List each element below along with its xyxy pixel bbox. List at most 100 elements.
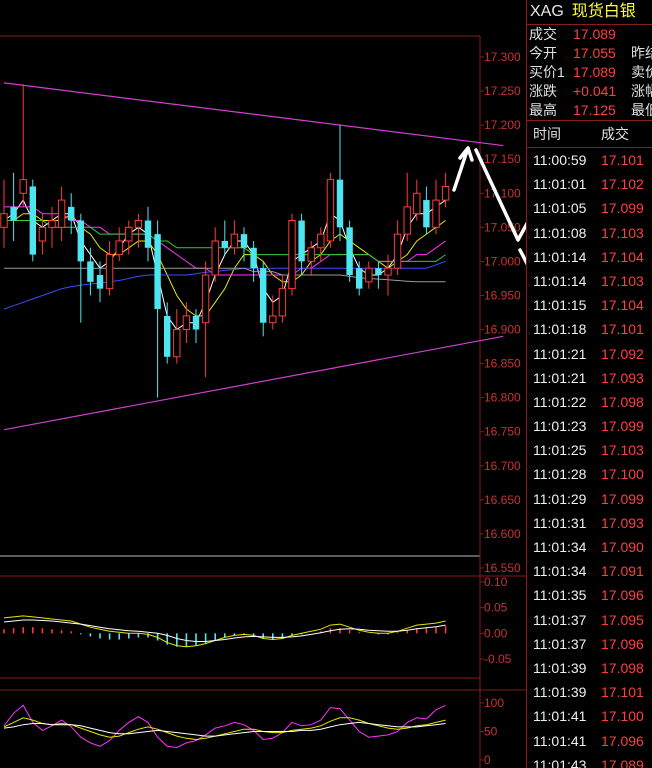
candle-body-up [38, 226, 47, 242]
trade-row[interactable]: 11:01:34 17.090 [527, 535, 652, 559]
candle-body-down [375, 268, 382, 276]
trades-col-price: 成交 [601, 126, 629, 142]
trade-row[interactable]: 11:01:41 17.096 [527, 729, 652, 753]
quote-row: 买价1 17.089 卖价 [527, 63, 652, 82]
0-tick-label: 16.700 [484, 459, 521, 473]
trade-row[interactable]: 11:01:35 17.096 [527, 583, 652, 607]
trade-time: 11:01:34 [533, 563, 587, 580]
trade-time: 11:01:34 [533, 539, 587, 555]
trade-time: 11:01:21 [533, 345, 587, 362]
candle-body-down [240, 234, 248, 248]
candle-body-down [221, 240, 228, 248]
trade-row[interactable]: 11:01:41 17.100 [527, 704, 652, 728]
trade-row[interactable]: 11:01:15 17.104 [527, 293, 652, 317]
trade-price: 17.091 [601, 563, 644, 580]
trade-time: 11:01:05 [533, 200, 587, 217]
trade-row[interactable]: 11:01:21 17.092 [527, 342, 652, 366]
candle-body-up [182, 315, 191, 331]
0-tick-label: 17.000 [484, 254, 521, 268]
0-tick-label: 17.250 [484, 84, 521, 98]
candle-body-down [298, 220, 305, 262]
trade-row[interactable]: 11:01:34 17.091 [527, 559, 652, 583]
trade-time: 11:01:15 [533, 297, 587, 314]
trade-row[interactable]: 11:01:43 17.089 [527, 753, 652, 768]
macd-line [3, 619, 446, 642]
trade-price: 17.101 [601, 684, 644, 701]
candle-body-up [201, 274, 210, 324]
candle-body-down [96, 275, 104, 289]
trade-row[interactable]: 11:01:37 17.095 [527, 608, 652, 632]
trade-time: 11:01:39 [533, 684, 587, 701]
quote-label: 涨跌 [529, 83, 557, 99]
trade-row[interactable]: 11:01:29 17.099 [527, 487, 652, 511]
trade-row[interactable]: 11:01:21 17.093 [527, 366, 652, 390]
2-tick-label: 0 [484, 753, 491, 767]
quote-value: +0.041 [573, 83, 617, 99]
trade-price: 17.090 [601, 539, 644, 555]
quote-side-panel: XAG 现货白银 成交 17.089 今开 17.055 昨结买价1 17.089 卖价涨跌 +… [526, 0, 652, 768]
trade-price: 17.103 [601, 272, 644, 289]
2-tick-label: 100 [484, 696, 504, 710]
0-tick-label: 16.550 [484, 561, 521, 575]
trade-row[interactable]: 11:01:23 17.099 [527, 414, 652, 438]
trade-price: 17.100 [601, 708, 644, 725]
trade-row[interactable]: 11:01:01 17.102 [527, 172, 652, 196]
trade-price: 17.096 [601, 732, 644, 749]
candle-body-up [115, 240, 123, 256]
candle-body-down [29, 186, 36, 255]
1-tick-label: 0.05 [484, 601, 508, 615]
trade-row[interactable]: 11:01:22 17.098 [527, 390, 652, 414]
trade-row[interactable]: 11:01:28 17.100 [527, 462, 652, 486]
trade-row[interactable]: 11:01:25 17.103 [527, 438, 652, 462]
trade-row[interactable]: 11:01:14 17.104 [527, 245, 652, 269]
trade-row[interactable]: 11:01:39 17.098 [527, 656, 652, 680]
trades-list[interactable]: 11:00:59 17.101 11:01:01 17.102 11:01:05 17.0… [527, 148, 652, 768]
symbol-code: XAG [530, 3, 564, 20]
trade-price: 17.100 [601, 466, 644, 483]
trend-line [3, 82, 504, 147]
candle-body-down [250, 247, 257, 269]
candle-body-up [432, 199, 440, 228]
quote-row: 今开 17.055 昨结 [527, 44, 652, 63]
quote-row: 涨跌 +0.041 涨幅 [527, 82, 652, 101]
candle-body-up [0, 213, 8, 228]
trade-row[interactable]: 11:01:37 17.096 [527, 632, 652, 656]
trade-price: 17.099 [601, 200, 644, 217]
candle-body-down [68, 206, 75, 221]
quote-row: 最高 17.125 最低 [527, 101, 652, 120]
trade-price: 17.099 [601, 418, 644, 435]
candle-body-up [413, 192, 421, 215]
trade-price: 17.099 [601, 490, 644, 507]
trade-row[interactable]: 11:01:18 17.101 [527, 317, 652, 341]
kline-chart[interactable]: 17.30017.25017.20017.15017.10017.05017.0… [0, 0, 526, 768]
candle-body-up [278, 288, 287, 317]
symbol-name: 现货白银 [571, 3, 636, 20]
quote-value: 17.055 [573, 45, 616, 61]
quote-value: 17.125 [573, 102, 616, 118]
0-tick-label: 16.650 [484, 493, 521, 507]
trade-time: 11:01:31 [533, 514, 587, 531]
trade-time: 11:01:22 [533, 393, 587, 410]
trade-price: 17.101 [601, 152, 644, 168]
trade-time: 11:00:59 [533, 152, 587, 168]
trade-price: 17.101 [601, 321, 644, 338]
trade-row[interactable]: 11:01:05 17.099 [527, 196, 652, 220]
candle-body-down [356, 268, 363, 289]
trade-row[interactable]: 11:01:31 17.093 [527, 511, 652, 535]
trade-time: 11:01:41 [533, 732, 587, 749]
trade-row[interactable]: 11:01:39 17.101 [527, 680, 652, 704]
trade-time: 11:01:28 [533, 466, 587, 483]
trade-price: 17.093 [601, 514, 644, 531]
trade-row[interactable]: 11:00:59 17.101 [527, 148, 652, 172]
candle-body-up [365, 267, 373, 283]
quote-row: 成交 17.089 [527, 25, 652, 44]
chart-area[interactable]: 17.300 17.250 17.200 17.150 17.100 17.050 17.0… [0, 0, 526, 768]
candle-body-up [403, 206, 411, 235]
candle-body-down [346, 227, 353, 276]
0-tick-label: 16.800 [484, 391, 521, 405]
trade-row[interactable]: 11:01:08 17.103 [527, 221, 652, 245]
trend-line [3, 335, 504, 431]
trade-row[interactable]: 11:01:14 17.103 [527, 269, 652, 293]
trade-time: 11:01:01 [533, 176, 587, 193]
trade-time: 11:01:43 [533, 756, 587, 768]
